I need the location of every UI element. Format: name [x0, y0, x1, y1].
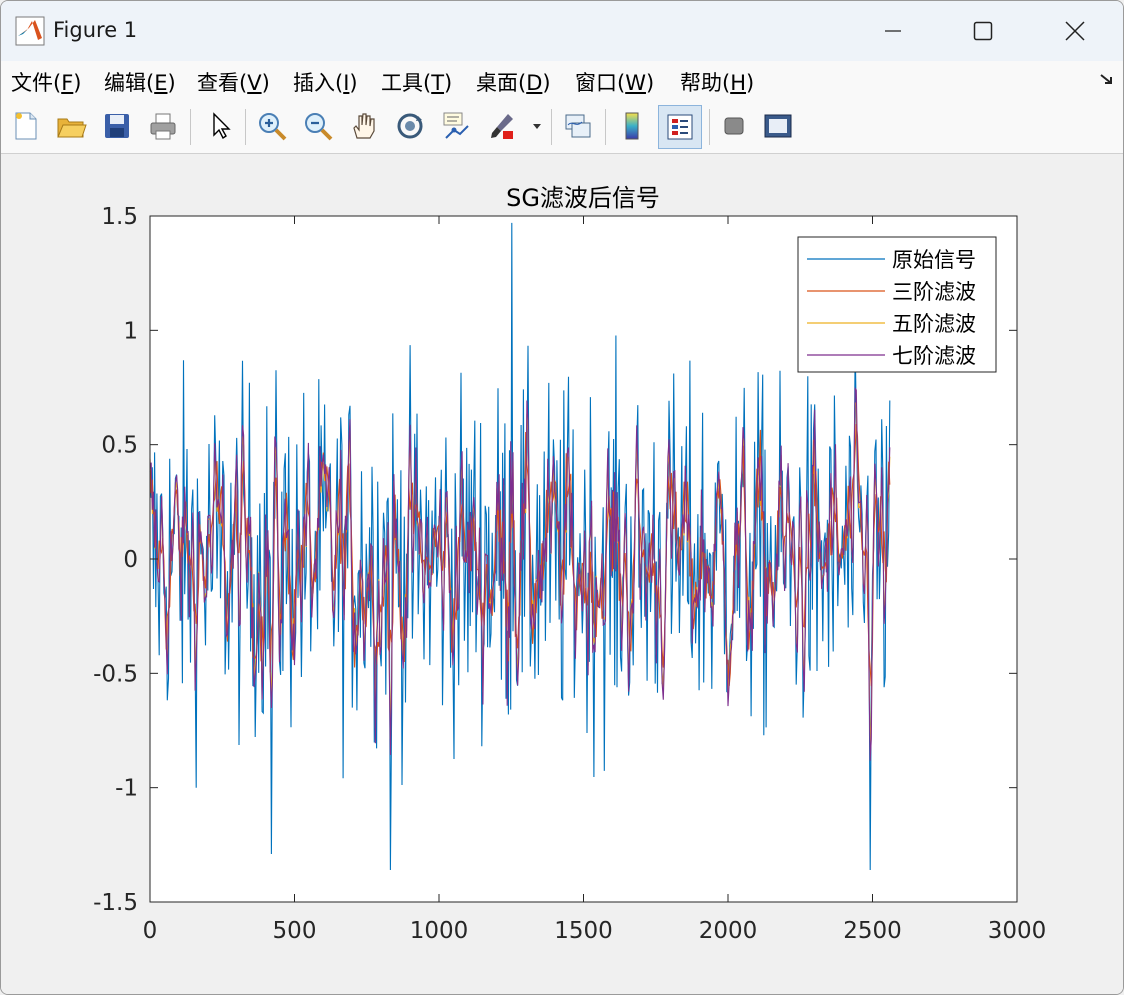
brush-dropdown-button[interactable]: [529, 107, 545, 145]
menu-tools[interactable]: 工具(T): [381, 67, 452, 97]
menu-file[interactable]: 文件(F): [11, 67, 82, 97]
hide-plot-tools-icon: [724, 117, 744, 135]
data-cursor-button[interactable]: [437, 107, 475, 145]
link-plot-button[interactable]: [559, 107, 597, 145]
zoom-out-icon: [305, 113, 333, 141]
zoom-in-icon: [259, 113, 287, 141]
insert-colorbar-button[interactable]: [613, 107, 651, 145]
window-title: Figure 1: [53, 18, 138, 42]
menu-help[interactable]: 帮助(H): [680, 67, 754, 97]
x-tick-label: 3000: [988, 918, 1047, 944]
legend-label-seventh: 七阶滤波: [892, 344, 976, 368]
y-tick-label: 0.5: [101, 433, 138, 459]
new-figure-button[interactable]: [7, 107, 45, 145]
print-icon: [150, 113, 176, 140]
save-button[interactable]: [98, 107, 136, 145]
pan-button[interactable]: [345, 107, 383, 145]
pan-hand-icon: [353, 113, 375, 139]
zoom-in-button[interactable]: [253, 107, 291, 145]
figure-window: Figure 1 文件(F) 编辑(E) 查看(V) 插入(I) 工具(T) 桌…: [0, 0, 1124, 995]
legend-label-third: 三阶滤波: [892, 280, 976, 304]
menu-bar: 文件(F) 编辑(E) 查看(V) 插入(I) 工具(T) 桌面(D) 窗口(W…: [1, 61, 1123, 101]
open-file-icon: [57, 118, 87, 138]
brush-dropdown-icon: [533, 124, 541, 129]
y-tick-label: -1: [115, 776, 138, 802]
close-button[interactable]: [1029, 1, 1121, 61]
maximize-button[interactable]: [937, 1, 1029, 61]
menu-view[interactable]: 查看(V): [197, 67, 270, 97]
insert-legend-icon: [667, 114, 693, 140]
title-bar[interactable]: Figure 1: [1, 1, 1123, 61]
edit-plot-button[interactable]: [201, 107, 239, 145]
maximize-icon: [973, 21, 993, 41]
chart-title: SG滤波后信号: [506, 184, 660, 212]
brush-button[interactable]: [483, 107, 521, 145]
data-cursor-icon: [443, 112, 469, 139]
show-plot-tools-button[interactable]: [759, 107, 797, 145]
dock-arrow-icon[interactable]: [1099, 73, 1115, 87]
open-file-button[interactable]: [52, 107, 90, 145]
minimize-icon: [885, 30, 901, 32]
line-chart[interactable]: 0 500 1000 1500 2000 2500 3000 -1.5 -1 -0.5 0 0.5 1 1…: [1, 154, 1123, 994]
y-tick-label: -1.5: [93, 890, 138, 916]
figure-canvas: 0 500 1000 1500 2000 2500 3000 -1.5 -1 -0.5 0 0.5 1 1…: [1, 154, 1123, 994]
hide-plot-tools-button[interactable]: [715, 107, 753, 145]
figure-toolbar: [1, 101, 1123, 154]
rotate-3d-button[interactable]: [391, 107, 429, 145]
y-tick-label: -0.5: [93, 661, 138, 687]
menu-window[interactable]: 窗口(W): [575, 67, 654, 97]
legend-label-fifth: 五阶滤波: [892, 312, 976, 336]
x-tick-label: 500: [273, 918, 317, 944]
menu-edit[interactable]: 编辑(E): [104, 67, 176, 97]
y-tick-label: 1: [123, 318, 138, 344]
insert-legend-button[interactable]: [658, 105, 702, 149]
legend-label-original: 原始信号: [892, 248, 976, 272]
brush-icon: [491, 114, 513, 139]
legend[interactable]: 原始信号 三阶滤波 五阶滤波 七阶滤波: [797, 236, 997, 373]
save-icon: [105, 114, 129, 138]
close-icon: [1065, 21, 1085, 41]
rotate-3d-icon: [397, 113, 423, 139]
menu-insert[interactable]: 插入(I): [293, 67, 358, 97]
minimize-button[interactable]: [847, 1, 939, 61]
x-tick-label: 1500: [554, 918, 613, 944]
print-button[interactable]: [144, 107, 182, 145]
matlab-logo-icon: [15, 16, 45, 46]
edit-plot-arrow-icon: [213, 112, 231, 140]
x-tick-label: 2500: [843, 918, 902, 944]
y-tick-label: 0: [123, 547, 138, 573]
link-plot-icon: [565, 114, 591, 138]
new-figure-icon: [15, 112, 37, 140]
show-plot-tools-icon: [764, 114, 792, 138]
y-tick-label: 1.5: [101, 204, 138, 230]
zoom-out-button[interactable]: [299, 107, 337, 145]
x-tick-label: 0: [143, 918, 158, 944]
menu-desktop[interactable]: 桌面(D): [476, 67, 551, 97]
x-tick-label: 1000: [410, 918, 469, 944]
x-tick-label: 2000: [699, 918, 758, 944]
insert-colorbar-icon: [625, 112, 639, 140]
